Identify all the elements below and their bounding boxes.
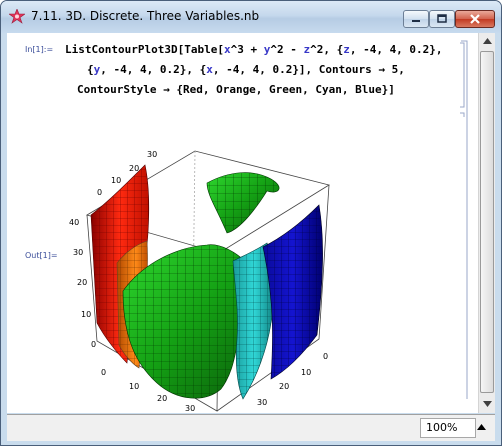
maximize-button[interactable] [429, 10, 455, 28]
minimize-icon [412, 20, 420, 22]
tick-label: 10 [111, 176, 121, 185]
scrollbar-thumb[interactable] [480, 51, 494, 393]
status-bar: 100% [7, 414, 495, 441]
vertical-scrollbar[interactable] [478, 33, 495, 413]
tick-label: 30 [185, 404, 195, 413]
tick-label: 40 [69, 218, 79, 227]
tick-label: 10 [129, 382, 139, 391]
input-code[interactable]: ListContourPlot3D[Table[x^3 + y^2 - z^2,… [65, 43, 443, 108]
tick-label: 20 [77, 278, 87, 287]
tick-label: 0 [323, 352, 328, 361]
close-icon [470, 14, 480, 24]
mathematica-icon [9, 9, 25, 24]
code-line-3: ContourStyle → {Red, Orange, Green, Cyan… [77, 83, 395, 96]
code-line-1: ListContourPlot3D[Table[x^3 + y^2 - z^2,… [65, 43, 443, 56]
notebook-content[interactable]: In[1]:= ListContourPlot3D[Table[x^3 + y^… [7, 33, 495, 413]
surface-blue [262, 204, 323, 380]
tick-label: 0 [97, 188, 102, 197]
title-bar[interactable]: 7.11. 3D. Discrete. Three Variables.nb [1, 1, 501, 33]
tick-label: 20 [279, 382, 289, 391]
contour-plot-3d[interactable]: 40 30 20 10 0 30 20 10 0 0 10 20 30 40 3… [57, 113, 347, 413]
close-button[interactable] [455, 10, 495, 28]
window-title: 7.11. 3D. Discrete. Three Variables.nb [31, 9, 260, 23]
tick-label: 20 [129, 164, 139, 173]
tick-label: 30 [73, 248, 83, 257]
tick-label: 10 [81, 310, 91, 319]
cell-brackets[interactable] [459, 39, 471, 399]
scroll-up-icon[interactable] [483, 38, 492, 44]
zoom-dropdown-icon[interactable] [477, 424, 486, 430]
output-label: Out[1]= [25, 251, 58, 260]
tick-label: 20 [157, 394, 167, 403]
scroll-down-icon[interactable] [483, 401, 492, 407]
input-label: In[1]:= [25, 45, 54, 54]
tick-label: 30 [147, 150, 157, 159]
maximize-icon [437, 14, 447, 23]
surface-green-upper [206, 172, 280, 234]
notebook-window: 7.11. 3D. Discrete. Three Variables.nb I… [0, 0, 502, 446]
code-line-2: {y, -4, 4, 0.2}, {x, -4, 4, 0.2}], Conto… [87, 63, 405, 76]
minimize-button[interactable] [403, 10, 429, 28]
tick-label: 0 [101, 368, 106, 377]
tick-label: 10 [301, 368, 311, 377]
tick-label: 0 [91, 340, 96, 349]
tick-label: 30 [257, 398, 267, 407]
zoom-level[interactable]: 100% [420, 418, 476, 438]
